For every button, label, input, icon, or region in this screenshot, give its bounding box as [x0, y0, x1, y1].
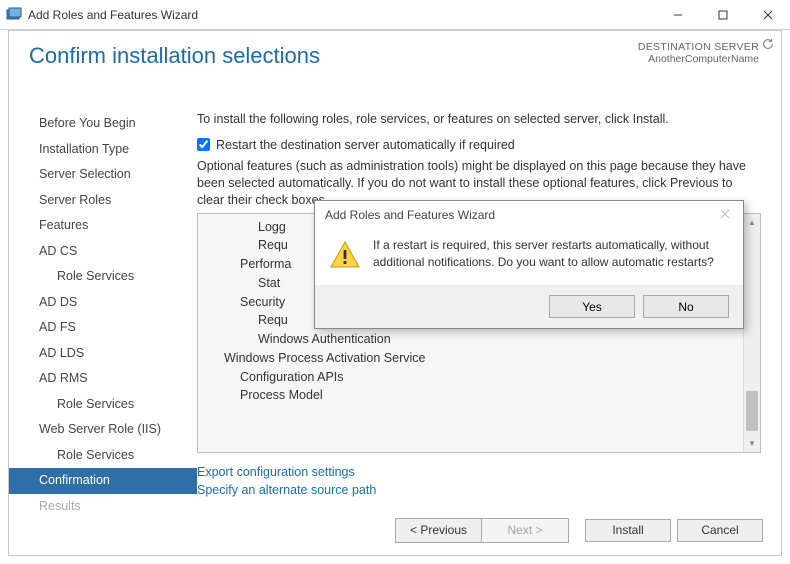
sidebar-item-ad-ds[interactable]: AD DS [9, 290, 197, 316]
dialog-no-button[interactable]: No [643, 295, 729, 318]
list-item: Windows Process Activation Service [210, 349, 736, 368]
sidebar-item-server-selection[interactable]: Server Selection [9, 162, 197, 188]
sidebar-item-ad-fs[interactable]: AD FS [9, 315, 197, 341]
links-block: Export configuration settings Specify an… [197, 463, 761, 501]
restart-checkbox[interactable] [197, 138, 210, 151]
next-button: Next > [482, 519, 568, 542]
destination-value: AnotherComputerName [638, 53, 759, 65]
intro-text: To install the following roles, role ser… [197, 111, 761, 128]
sidebar-item-installation-type[interactable]: Installation Type [9, 137, 197, 163]
scroll-up-icon[interactable]: ▲ [744, 214, 760, 231]
sidebar-item-role-services[interactable]: Role Services [9, 392, 197, 418]
scrollbar[interactable]: ▲ ▼ [743, 214, 760, 452]
list-item: Windows Authentication [210, 330, 736, 349]
maximize-button[interactable] [700, 0, 745, 30]
restart-checkbox-label: Restart the destination server automatic… [216, 138, 515, 152]
wizard-footer: < Previous Next > Install Cancel [9, 505, 781, 555]
sidebar-item-ad-rms[interactable]: AD RMS [9, 366, 197, 392]
wizard-header: Confirm installation selections DESTINAT… [9, 31, 781, 77]
scroll-down-icon[interactable]: ▼ [744, 435, 760, 452]
confirm-restart-dialog: Add Roles and Features Wizard If a resta… [314, 200, 744, 329]
sidebar-item-server-roles[interactable]: Server Roles [9, 188, 197, 214]
window-titlebar: Add Roles and Features Wizard [0, 0, 790, 30]
close-button[interactable] [745, 0, 790, 30]
install-button[interactable]: Install [585, 519, 671, 542]
sidebar-item-ad-lds[interactable]: AD LDS [9, 341, 197, 367]
dialog-yes-button[interactable]: Yes [549, 295, 635, 318]
sidebar-item-web-server-role-iis-[interactable]: Web Server Role (IIS) [9, 417, 197, 443]
window-title: Add Roles and Features Wizard [28, 8, 198, 22]
sidebar-item-role-services[interactable]: Role Services [9, 443, 197, 469]
list-item: Configuration APIs [210, 368, 736, 387]
dialog-footer: Yes No [315, 285, 743, 328]
sidebar-item-confirmation[interactable]: Confirmation [9, 468, 197, 494]
wizard-sidebar: Before You BeginInstallation TypeServer … [9, 101, 197, 505]
dialog-title: Add Roles and Features Wizard [325, 208, 495, 222]
dialog-close-button[interactable] [711, 203, 739, 225]
restart-checkbox-row[interactable]: Restart the destination server automatic… [197, 138, 761, 152]
minimize-button[interactable] [655, 0, 700, 30]
alt-source-link[interactable]: Specify an alternate source path [197, 481, 761, 500]
cancel-button[interactable]: Cancel [677, 519, 763, 542]
dialog-titlebar: Add Roles and Features Wizard [315, 201, 743, 229]
destination-label: DESTINATION SERVER [638, 41, 759, 53]
list-item: Process Model [210, 386, 736, 405]
app-icon [6, 7, 22, 23]
scroll-thumb[interactable] [746, 391, 758, 431]
warning-icon [329, 239, 361, 271]
destination-block: DESTINATION SERVER AnotherComputerName [638, 41, 759, 65]
export-link[interactable]: Export configuration settings [197, 463, 761, 482]
sidebar-item-ad-cs[interactable]: AD CS [9, 239, 197, 265]
sidebar-item-role-services[interactable]: Role Services [9, 264, 197, 290]
previous-button[interactable]: < Previous [396, 519, 482, 542]
sidebar-item-features[interactable]: Features [9, 213, 197, 239]
dialog-message: If a restart is required, this server re… [373, 237, 727, 271]
refresh-icon[interactable] [759, 35, 777, 53]
sidebar-item-before-you-begin[interactable]: Before You Begin [9, 111, 197, 137]
page-title: Confirm installation selections [29, 43, 320, 69]
